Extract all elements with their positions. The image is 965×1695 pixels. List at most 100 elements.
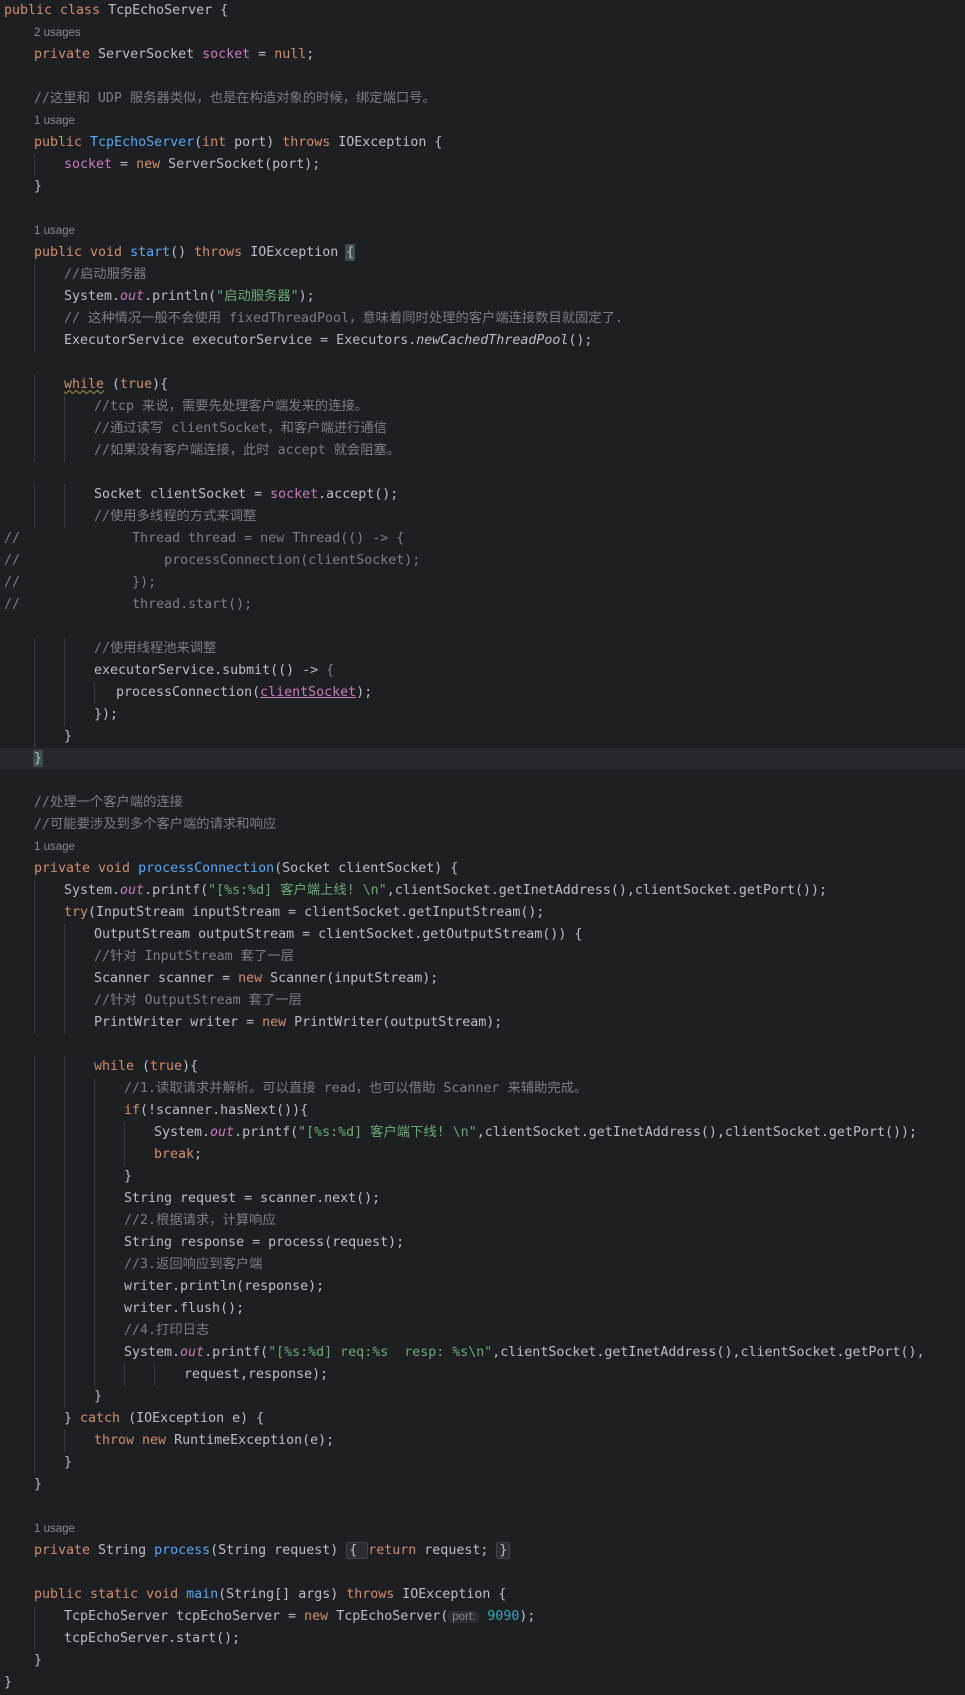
code-line[interactable]: } bbox=[0, 176, 965, 198]
code-line[interactable]: Scanner scanner = new Scanner(inputStrea… bbox=[0, 968, 965, 990]
code-line[interactable]: //4.打印日志 bbox=[0, 1320, 965, 1342]
code-line[interactable]: try(InputStream inputStream = clientSock… bbox=[0, 902, 965, 924]
code-line[interactable]: processConnection(clientSocket); bbox=[0, 682, 965, 704]
code-line[interactable]: public TcpEchoServer(int port) throws IO… bbox=[0, 132, 965, 154]
code-line[interactable] bbox=[0, 352, 965, 374]
code-line[interactable] bbox=[0, 1562, 965, 1584]
code-line[interactable] bbox=[0, 1034, 965, 1056]
code-line[interactable]: // }); bbox=[0, 572, 965, 594]
usage-hint[interactable]: 1 usage bbox=[34, 841, 75, 853]
code-line[interactable]: //处理一个客户端的连接 bbox=[0, 792, 965, 814]
code-line[interactable]: OutputStream outputStream = clientSocket… bbox=[0, 924, 965, 946]
code-token: //3.返回响应到客户端 bbox=[124, 1257, 263, 1272]
code-line[interactable]: while (true){ bbox=[0, 1056, 965, 1078]
code-line[interactable] bbox=[0, 462, 965, 484]
code-token: new bbox=[136, 157, 169, 172]
code-line[interactable]: String response = process(request); bbox=[0, 1232, 965, 1254]
code-line[interactable]: 1 usage bbox=[0, 220, 965, 242]
code-line[interactable]: executorService.submit(() -> { bbox=[0, 660, 965, 682]
code-line[interactable]: break; bbox=[0, 1144, 965, 1166]
code-line[interactable]: request,response); bbox=[0, 1364, 965, 1386]
code-line[interactable]: } bbox=[0, 1474, 965, 1496]
usage-hint[interactable]: 1 usage bbox=[34, 225, 75, 237]
usage-hint[interactable]: 1 usage bbox=[34, 1523, 75, 1535]
code-line[interactable]: //使用多线程的方式来调整 bbox=[0, 506, 965, 528]
code-line[interactable] bbox=[0, 616, 965, 638]
code-line[interactable]: System.out.println("启动服务器"); bbox=[0, 286, 965, 308]
code-line[interactable]: 1 usage bbox=[0, 836, 965, 858]
code-line[interactable]: //3.返回响应到客户端 bbox=[0, 1254, 965, 1276]
code-token: Scanner scanner = bbox=[94, 971, 239, 986]
code-line[interactable]: throw new RuntimeException(e); bbox=[0, 1430, 965, 1452]
code-line[interactable]: System.out.printf("[%s:%d] req:%s resp: … bbox=[0, 1342, 965, 1364]
code-line[interactable]: } bbox=[0, 1166, 965, 1188]
usage-hint[interactable]: 2 usages bbox=[34, 27, 81, 39]
code-line[interactable]: //启动服务器 bbox=[0, 264, 965, 286]
code-line[interactable]: //针对 InputStream 套了一层 bbox=[0, 946, 965, 968]
code-token: TcpEchoServer bbox=[90, 135, 195, 150]
code-line[interactable] bbox=[0, 198, 965, 220]
code-line[interactable]: socket = new ServerSocket(port); bbox=[0, 154, 965, 176]
code-line[interactable]: } bbox=[0, 1650, 965, 1672]
code-line[interactable]: TcpEchoServer tcpEchoServer = new TcpEch… bbox=[0, 1606, 965, 1628]
code-line[interactable] bbox=[0, 770, 965, 792]
code-line[interactable]: //如果没有客户端连接，此时 accept 就会阻塞。 bbox=[0, 440, 965, 462]
code-line[interactable] bbox=[0, 66, 965, 88]
code-line[interactable]: private void processConnection(Socket cl… bbox=[0, 858, 965, 880]
code-line[interactable]: Socket clientSocket = socket.accept(); bbox=[0, 484, 965, 506]
code-line[interactable]: while (true){ bbox=[0, 374, 965, 396]
code-line[interactable]: } bbox=[0, 1386, 965, 1408]
code-line[interactable]: } catch (IOException e) { bbox=[0, 1408, 965, 1430]
code-line[interactable]: writer.flush(); bbox=[0, 1298, 965, 1320]
code-line[interactable]: private ServerSocket socket = null; bbox=[0, 44, 965, 66]
code-token: String bbox=[98, 1543, 155, 1558]
code-line[interactable]: System.out.printf("[%s:%d] 客户端下线! \n",cl… bbox=[0, 1122, 965, 1144]
code-line[interactable]: writer.println(response); bbox=[0, 1276, 965, 1298]
code-line[interactable]: ExecutorService executorService = Execut… bbox=[0, 330, 965, 352]
code-line[interactable]: String request = scanner.next(); bbox=[0, 1188, 965, 1210]
code-line[interactable] bbox=[0, 1496, 965, 1518]
code-line[interactable]: public class TcpEchoServer { bbox=[0, 0, 965, 22]
code-line[interactable]: PrintWriter writer = new PrintWriter(out… bbox=[0, 1012, 965, 1034]
code-token: TcpEchoServer( bbox=[336, 1609, 449, 1624]
code-line[interactable]: } bbox=[0, 1452, 965, 1474]
usage-hint[interactable]: 1 usage bbox=[34, 115, 75, 127]
code-line[interactable]: public static void main(String[] args) t… bbox=[0, 1584, 965, 1606]
code-line[interactable]: //可能要涉及到多个客户端的请求和响应 bbox=[0, 814, 965, 836]
code-line[interactable]: if(!scanner.hasNext()){ bbox=[0, 1100, 965, 1122]
code-line[interactable]: //tcp 来说，需要先处理客户端发来的连接。 bbox=[0, 396, 965, 418]
code-line[interactable]: }); bbox=[0, 704, 965, 726]
code-line[interactable]: // processConnection(clientSocket); bbox=[0, 550, 965, 572]
indent-guide bbox=[64, 1320, 65, 1342]
code-token: ,clientSocket.getInetAddress(),clientSoc… bbox=[386, 883, 827, 898]
code-line[interactable]: //这里和 UDP 服务器类似，也是在构造对象的时候，绑定端口号。 bbox=[0, 88, 965, 110]
code-line[interactable]: private String process(String request) {… bbox=[0, 1540, 965, 1562]
code-line[interactable]: // 这种情况一般不会使用 fixedThreadPool，意味着同时处理的客户… bbox=[0, 308, 965, 330]
code-editor[interactable]: public class TcpEchoServer { 2 usages priv… bbox=[0, 0, 965, 1695]
indent-guide bbox=[34, 968, 35, 990]
code-token: OutputStream outputStream = clientSocket… bbox=[94, 927, 583, 942]
code-line[interactable]: public void start() throws IOException { bbox=[0, 242, 965, 264]
indent-guide bbox=[34, 1144, 35, 1166]
folded-region[interactable]: { bbox=[346, 1542, 369, 1559]
code-line[interactable]: 1 usage bbox=[0, 110, 965, 132]
code-token: ( bbox=[194, 135, 203, 150]
code-line[interactable]: 2 usages bbox=[0, 22, 965, 44]
indent-guide bbox=[34, 1100, 35, 1122]
code-token: clientSocket bbox=[260, 685, 357, 700]
code-line[interactable]: // thread.start(); bbox=[0, 594, 965, 616]
code-line[interactable]: //1.读取请求并解析。可以直接 read，也可以借助 Scanner 来辅助完… bbox=[0, 1078, 965, 1100]
code-line[interactable]: System.out.printf("[%s:%d] 客户端上线! \n",cl… bbox=[0, 880, 965, 902]
code-line[interactable]: //使用线程池来调整 bbox=[0, 638, 965, 660]
code-line[interactable]: } bbox=[0, 1672, 965, 1694]
code-line[interactable]: // Thread thread = new Thread(() -> { bbox=[0, 528, 965, 550]
code-line[interactable]: tcpEchoServer.start(); bbox=[0, 1628, 965, 1650]
code-line[interactable]: //通过读写 clientSocket，和客户端进行通信 bbox=[0, 418, 965, 440]
code-line[interactable]: 1 usage bbox=[0, 1518, 965, 1540]
code-line[interactable]: //2.根据请求，计算响应 bbox=[0, 1210, 965, 1232]
indent-guide bbox=[94, 1342, 95, 1364]
code-line[interactable]: } bbox=[0, 726, 965, 748]
code-line[interactable]: //针对 OutputStream 套了一层 bbox=[0, 990, 965, 1012]
folded-region[interactable]: } bbox=[496, 1542, 511, 1559]
code-line[interactable]: } bbox=[0, 748, 965, 770]
